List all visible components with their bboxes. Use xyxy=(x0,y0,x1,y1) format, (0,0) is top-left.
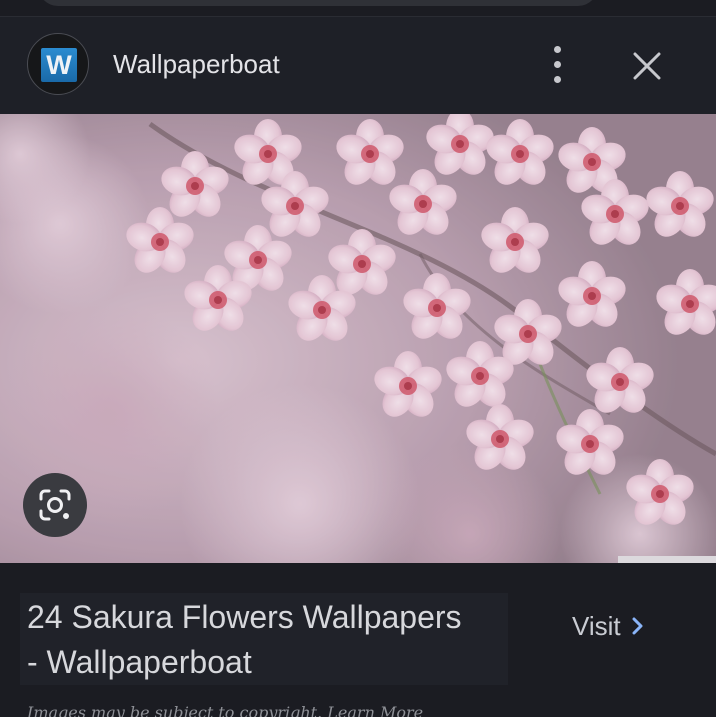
copyright-text: Images may be subject to copyright. xyxy=(27,703,323,717)
image-viewer-panel: W Wallpaperboat 24 Sakura Flowers Wallpa… xyxy=(0,0,716,717)
more-options-button[interactable] xyxy=(538,43,578,87)
site-logo: W xyxy=(41,48,77,82)
site-name[interactable]: Wallpaperboat xyxy=(113,47,280,81)
copyright-notice: Images may be subject to copyright. Lear… xyxy=(27,703,423,717)
more-vert-icon-dot xyxy=(554,61,561,68)
more-vert-icon xyxy=(554,46,561,53)
result-title-line2: - Wallpaperboat xyxy=(27,644,252,680)
hero-image[interactable] xyxy=(0,114,716,563)
sakura-image xyxy=(0,114,716,563)
result-title[interactable]: 24 Sakura Flowers Wallpapers - Wallpaper… xyxy=(27,595,517,685)
chevron-right-icon xyxy=(632,617,643,635)
visit-button[interactable]: Visit xyxy=(572,610,645,642)
site-avatar[interactable]: W xyxy=(27,33,89,95)
learn-more-link[interactable]: Learn More xyxy=(327,703,423,717)
visit-label: Visit xyxy=(572,611,621,641)
close-icon xyxy=(633,52,661,80)
lens-icon xyxy=(39,489,71,521)
google-lens-button[interactable] xyxy=(23,473,87,537)
close-button[interactable] xyxy=(626,47,668,87)
result-title-line1: 24 Sakura Flowers Wallpapers xyxy=(27,599,462,635)
result-info: 24 Sakura Flowers Wallpapers - Wallpaper… xyxy=(0,563,716,717)
more-vert-icon-dot xyxy=(554,76,561,83)
source-header: W Wallpaperboat xyxy=(0,17,716,114)
search-bar[interactable] xyxy=(38,0,598,6)
search-bar-area xyxy=(0,0,716,17)
